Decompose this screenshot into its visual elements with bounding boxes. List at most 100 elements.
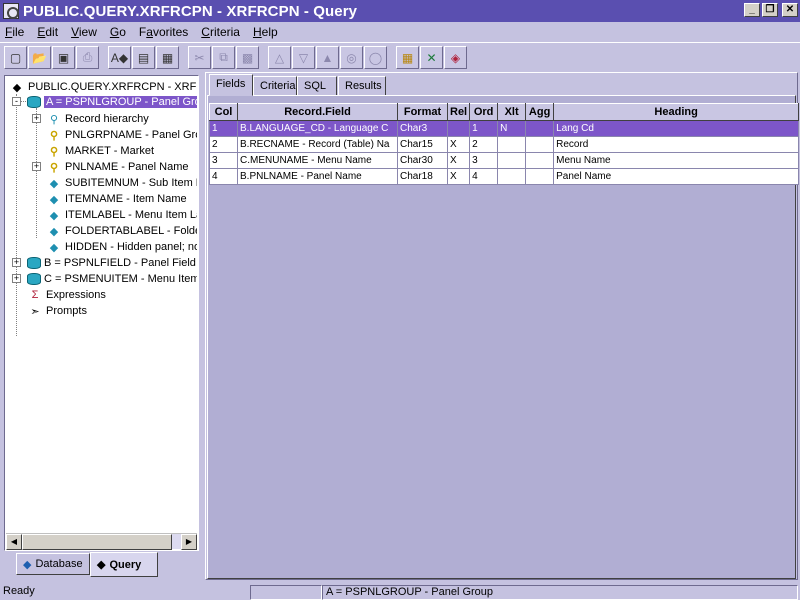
cell-ord[interactable]: 4 [469,168,499,185]
cell-agg[interactable] [525,120,555,137]
cell-format[interactable]: Char18 [397,168,448,185]
new-icon[interactable]: ▢ [4,46,27,69]
cell-record-field[interactable]: B.PNLNAME - Panel Name [237,168,398,185]
options-icon[interactable]: ▦ [156,46,179,69]
cell-ord[interactable]: 3 [469,152,499,169]
tab-results[interactable]: Results [338,76,386,96]
paste-icon[interactable]: ▩ [236,46,259,69]
cell-record-field[interactable]: B.RECNAME - Record (Table) Na [237,136,398,153]
excel-icon[interactable]: ✕ [420,46,443,69]
tree-record-c[interactable]: C = PSMENUITEM - Menu Item [27,271,197,287]
scroll-right-icon[interactable]: ▶ [181,534,197,550]
cell-rel[interactable]: X [446,136,471,153]
print-icon[interactable]: ⎙ [76,46,99,69]
scroll-left-icon[interactable]: ◀ [6,534,22,550]
run-icon[interactable]: ▦ [396,46,419,69]
cell-ord[interactable]: 1 [469,120,499,137]
scroll-thumb[interactable] [22,534,172,550]
tree-record-b[interactable]: B = PSPNLFIELD - Panel Field [27,255,196,271]
tree-field[interactable]: ⚲ PNLGRPNAME - Panel Grou [46,127,197,143]
col-header-format[interactable]: Format [397,103,448,121]
tree-record-a[interactable]: A = PSPNLGROUP - Panel Grou [27,94,197,110]
expand-record-c[interactable]: + [12,274,21,283]
tree-root[interactable]: ◆ PUBLIC.QUERY.XRFRCPN - XRFRC [9,79,197,95]
tab-database[interactable]: ◆ Database [16,553,90,575]
expressions-icon[interactable]: ◯ [364,46,387,69]
tab-criteria[interactable]: Criteria [253,76,297,96]
cell-format[interactable]: Char3 [397,120,448,137]
horizontal-scrollbar[interactable]: ◀ ▶ [6,533,197,550]
table-row[interactable]: 2 B.RECNAME - Record (Table) Na Char15 X… [209,136,800,153]
cell-format[interactable]: Char30 [397,152,448,169]
cell-format[interactable]: Char15 [397,136,448,153]
menu-favorites[interactable]: Favorites [139,25,188,39]
cell-ord[interactable]: 2 [469,136,499,153]
save-icon[interactable]: ▣ [52,46,75,69]
collapse-record-a[interactable]: - [12,97,21,106]
restore-button[interactable]: ❐ [762,3,778,17]
cut-icon[interactable]: ✂ [188,46,211,69]
copy-icon[interactable]: ⧉ [212,46,235,69]
menu-edit[interactable]: Edit [37,25,58,39]
tab-query[interactable]: ◆ Query [90,552,158,577]
cell-col[interactable]: 1 [209,120,238,137]
menu-help[interactable]: Help [253,25,278,39]
cell-xlt[interactable] [497,168,527,185]
cell-agg[interactable] [525,136,555,153]
tree-field[interactable]: ⚲ MARKET - Market [46,143,154,159]
menu-criteria[interactable]: Criteria [201,25,240,39]
col-header-heading[interactable]: Heading [553,103,800,121]
in-list-icon[interactable]: ◎ [340,46,363,69]
expand-record-hierarchy[interactable]: + [32,114,41,123]
cell-xlt[interactable] [497,136,527,153]
expand-pnlname[interactable]: + [32,162,41,171]
cell-agg[interactable] [525,152,555,169]
crystal-icon[interactable]: ◈ [444,46,467,69]
table-row[interactable]: 1 B.LANGUAGE_CD - Language C Char3 1 N L… [209,120,800,137]
cell-rel[interactable]: X [446,168,471,185]
menu-view[interactable]: View [71,25,97,39]
cell-col[interactable]: 2 [209,136,238,153]
table-row[interactable]: 3 C.MENUNAME - Menu Name Char30 X 3 Menu… [209,152,800,169]
cell-col[interactable]: 4 [209,168,238,185]
app-icon[interactable] [3,3,19,19]
cell-rel[interactable] [446,120,471,137]
tree-field[interactable]: ◆ ITEMLABEL - Menu Item La [46,207,197,223]
cell-col[interactable]: 3 [209,152,238,169]
col-header-xlt[interactable]: Xlt [497,103,527,121]
cell-agg[interactable] [525,168,555,185]
cell-heading[interactable]: Lang Cd [553,120,800,137]
open-icon[interactable]: 📂 [28,46,51,69]
tree-field[interactable]: ◆ HIDDEN - Hidden panel; not [46,239,197,255]
tree-field[interactable]: ◆ ITEMNAME - Item Name [46,191,187,207]
tree-expressions[interactable]: Σ Expressions [27,287,106,303]
expand-record-b[interactable]: + [12,258,21,267]
tab-fields[interactable]: Fields [209,74,253,96]
tree-prompts[interactable]: ➣ Prompts [27,303,87,319]
cell-record-field[interactable]: C.MENUNAME - Menu Name [237,152,398,169]
tree-field[interactable]: ◆ FOLDERTABLABEL - Folde [46,223,197,239]
minimize-button[interactable]: _ [744,3,760,17]
cell-heading[interactable]: Menu Name [553,152,800,169]
having-icon[interactable]: ▲ [316,46,339,69]
find-replace-icon[interactable]: A◆ [108,46,131,69]
cell-xlt[interactable] [497,152,527,169]
add-criteria-icon[interactable]: △ [268,46,291,69]
tree-record-hierarchy[interactable]: ⚲ Record hierarchy [46,111,149,127]
col-header-ord[interactable]: Ord [469,103,499,121]
cell-xlt[interactable]: N [497,120,527,137]
cell-record-field[interactable]: B.LANGUAGE_CD - Language C [237,120,398,137]
cell-heading[interactable]: Panel Name [553,168,800,185]
menu-go[interactable]: Go [110,25,126,39]
tree-field[interactable]: ◆ SUBITEMNUM - Sub Item Nu [46,175,197,191]
tree-field[interactable]: ⚲ PNLNAME - Panel Name [46,159,189,175]
close-button[interactable]: ✕ [782,3,798,17]
col-header-record-field[interactable]: Record.Field [237,103,398,121]
menu-file[interactable]: File [5,25,24,39]
cell-rel[interactable]: X [446,152,471,169]
properties-icon[interactable]: ▤ [132,46,155,69]
col-header-col[interactable]: Col [209,103,238,121]
delete-criteria-icon[interactable]: ▽ [292,46,315,69]
table-row[interactable]: 4 B.PNLNAME - Panel Name Char18 X 4 Pane… [209,168,800,185]
col-header-agg[interactable]: Agg [525,103,555,121]
